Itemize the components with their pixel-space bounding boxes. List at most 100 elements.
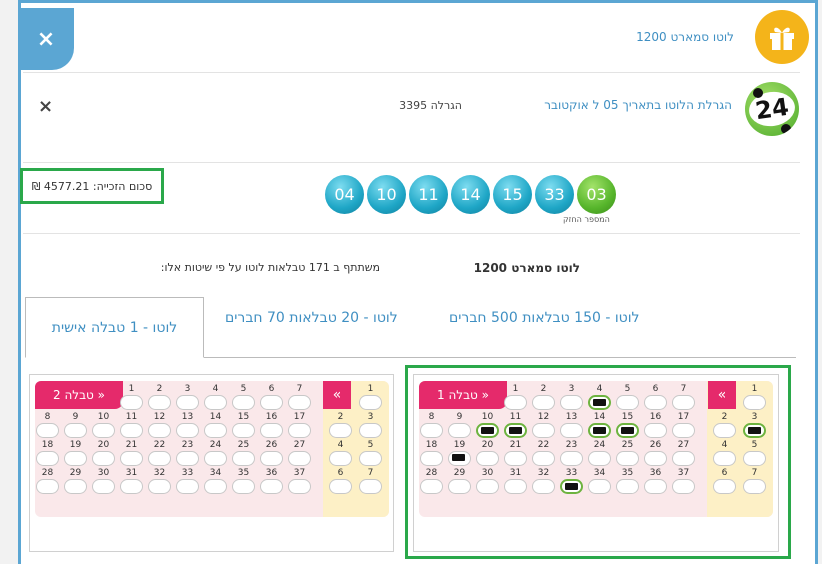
number-cell[interactable]: 21 xyxy=(120,440,143,466)
strong-number-cell[interactable]: 5 xyxy=(743,440,766,466)
number-bubble[interactable] xyxy=(644,479,667,494)
number-cell[interactable]: 26 xyxy=(644,440,667,466)
number-bubble[interactable] xyxy=(120,451,143,466)
number-cell[interactable]: 15 xyxy=(232,412,255,438)
number-cell[interactable]: 8 xyxy=(36,412,59,438)
number-cell[interactable]: 33 xyxy=(560,468,583,494)
number-bubble[interactable] xyxy=(644,451,667,466)
number-bubble[interactable] xyxy=(504,479,527,494)
number-cell[interactable]: 34 xyxy=(588,468,611,494)
number-cell[interactable]: 32 xyxy=(532,468,555,494)
number-bubble[interactable] xyxy=(176,479,199,494)
number-cell[interactable]: 27 xyxy=(288,440,311,466)
number-cell[interactable]: 9 xyxy=(64,412,87,438)
number-cell[interactable]: 30 xyxy=(92,468,115,494)
number-cell[interactable]: 4 xyxy=(204,384,227,410)
number-cell[interactable]: 32 xyxy=(148,468,171,494)
draw-date-link[interactable]: הגרלת הלוטו בתאריך 05 ל אוקטובר xyxy=(544,98,732,112)
number-bubble[interactable] xyxy=(148,451,171,466)
number-cell[interactable]: 24 xyxy=(204,440,227,466)
number-cell[interactable]: 21 xyxy=(504,440,527,466)
number-cell[interactable]: 8 xyxy=(420,412,443,438)
number-bubble[interactable] xyxy=(672,451,695,466)
number-bubble[interactable] xyxy=(359,479,382,494)
number-bubble[interactable] xyxy=(232,479,255,494)
number-bubble[interactable] xyxy=(176,451,199,466)
number-bubble[interactable] xyxy=(204,479,227,494)
number-cell[interactable]: 36 xyxy=(260,468,283,494)
number-cell[interactable]: 37 xyxy=(288,468,311,494)
number-bubble[interactable] xyxy=(588,451,611,466)
number-bubble[interactable] xyxy=(616,451,639,466)
number-bubble[interactable] xyxy=(204,395,227,410)
number-bubble[interactable] xyxy=(743,395,766,410)
number-cell[interactable]: 33 xyxy=(176,468,199,494)
number-cell[interactable]: 16 xyxy=(260,412,283,438)
number-cell[interactable]: 9 xyxy=(448,412,471,438)
strong-number-cell[interactable]: 2 xyxy=(329,412,352,438)
number-cell[interactable]: 10 xyxy=(476,412,499,438)
number-cell[interactable]: 20 xyxy=(476,440,499,466)
number-cell[interactable]: 5 xyxy=(616,384,639,410)
number-cell[interactable]: 14 xyxy=(588,412,611,438)
number-bubble[interactable] xyxy=(260,451,283,466)
number-cell[interactable]: 2 xyxy=(532,384,555,410)
number-bubble[interactable] xyxy=(504,395,527,410)
number-bubble[interactable] xyxy=(92,479,115,494)
number-cell[interactable]: 5 xyxy=(232,384,255,410)
number-bubble[interactable] xyxy=(420,423,443,438)
number-bubble[interactable] xyxy=(64,479,87,494)
number-bubble[interactable] xyxy=(176,395,199,410)
number-cell[interactable]: 36 xyxy=(644,468,667,494)
number-cell[interactable]: 18 xyxy=(36,440,59,466)
number-cell[interactable]: 26 xyxy=(260,440,283,466)
number-cell[interactable]: 16 xyxy=(644,412,667,438)
number-bubble[interactable] xyxy=(420,451,443,466)
number-bubble[interactable] xyxy=(359,395,382,410)
number-cell[interactable]: 23 xyxy=(560,440,583,466)
strong-number-cell[interactable]: 1 xyxy=(359,384,382,410)
strong-number-cell[interactable]: 1 xyxy=(743,384,766,410)
number-bubble[interactable] xyxy=(448,423,471,438)
number-cell[interactable]: 24 xyxy=(588,440,611,466)
number-bubble[interactable] xyxy=(36,479,59,494)
number-bubble[interactable] xyxy=(232,423,255,438)
number-cell[interactable]: 22 xyxy=(532,440,555,466)
number-bubble[interactable] xyxy=(588,423,611,438)
number-bubble[interactable] xyxy=(672,395,695,410)
number-cell[interactable]: 31 xyxy=(120,468,143,494)
number-bubble[interactable] xyxy=(588,479,611,494)
number-cell[interactable]: 31 xyxy=(504,468,527,494)
close-draw-button[interactable]: × xyxy=(38,96,53,117)
number-bubble[interactable] xyxy=(288,479,311,494)
tab-personal-table[interactable]: לוטו - 1 טבלה אישית xyxy=(25,297,204,358)
number-bubble[interactable] xyxy=(560,395,583,410)
number-cell[interactable]: 1 xyxy=(504,384,527,410)
number-bubble[interactable] xyxy=(672,423,695,438)
number-cell[interactable]: 3 xyxy=(176,384,199,410)
number-bubble[interactable] xyxy=(359,451,382,466)
number-bubble[interactable] xyxy=(260,395,283,410)
number-bubble[interactable] xyxy=(329,423,352,438)
number-bubble[interactable] xyxy=(644,395,667,410)
number-bubble[interactable] xyxy=(420,479,443,494)
strong-number-cell[interactable]: 3 xyxy=(359,412,382,438)
strong-number-cell[interactable]: 4 xyxy=(329,440,352,466)
number-bubble[interactable] xyxy=(476,479,499,494)
number-bubble[interactable] xyxy=(616,395,639,410)
number-cell[interactable]: 29 xyxy=(448,468,471,494)
number-bubble[interactable] xyxy=(713,451,736,466)
number-bubble[interactable] xyxy=(560,479,583,494)
number-cell[interactable]: 6 xyxy=(644,384,667,410)
number-cell[interactable]: 7 xyxy=(672,384,695,410)
strong-number-cell[interactable]: 3 xyxy=(743,412,766,438)
chevron-icon[interactable]: « xyxy=(708,381,736,409)
number-cell[interactable]: 35 xyxy=(616,468,639,494)
number-cell[interactable]: 35 xyxy=(232,468,255,494)
number-cell[interactable]: 37 xyxy=(672,468,695,494)
number-bubble[interactable] xyxy=(743,423,766,438)
number-cell[interactable]: 12 xyxy=(148,412,171,438)
number-bubble[interactable] xyxy=(560,451,583,466)
number-cell[interactable]: 2 xyxy=(148,384,171,410)
number-bubble[interactable] xyxy=(92,423,115,438)
